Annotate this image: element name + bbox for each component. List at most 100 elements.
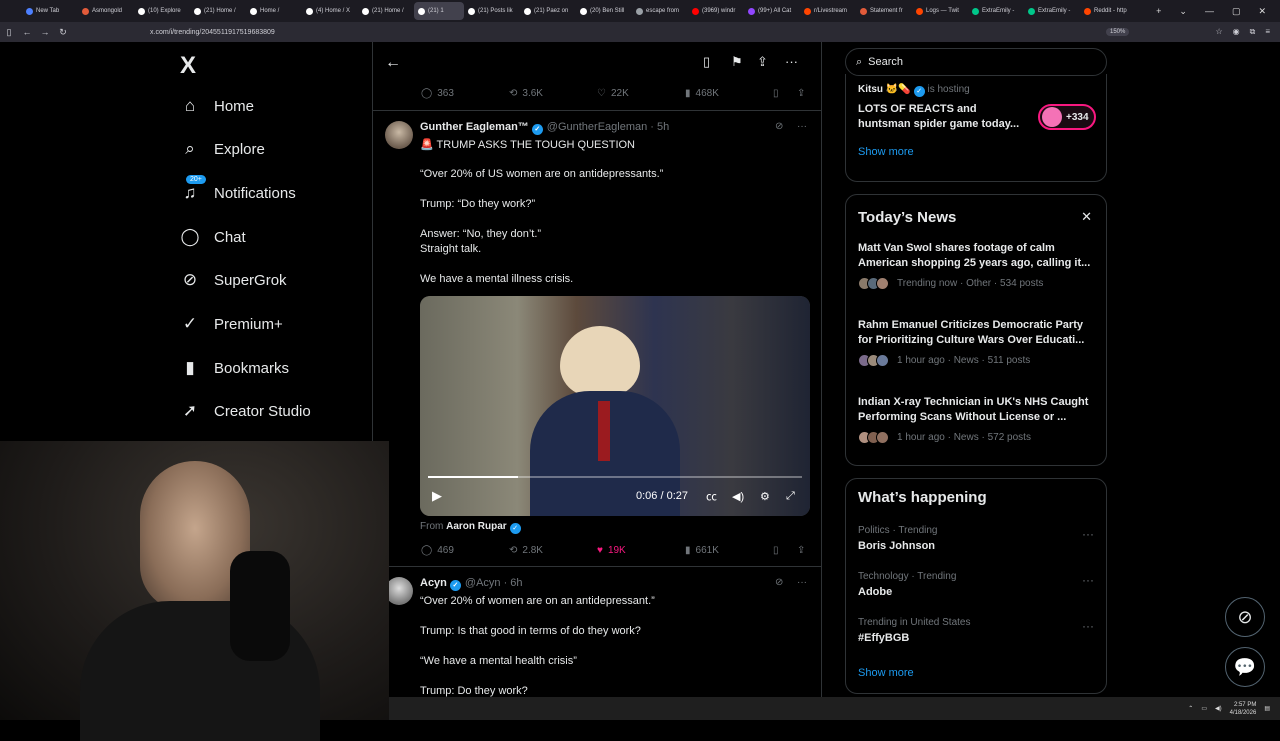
browser-tab[interactable]: (21) 1 bbox=[414, 2, 464, 20]
back-icon[interactable]: ← bbox=[18, 27, 36, 37]
like-button[interactable]: ♥ 19K bbox=[597, 545, 626, 556]
network-icon[interactable]: ▭ bbox=[1201, 705, 1207, 712]
live-host-name[interactable]: Kitsu bbox=[858, 84, 883, 95]
browser-tab[interactable]: (21) Home / bbox=[190, 2, 246, 20]
maximize-icon[interactable]: ▢ bbox=[1232, 6, 1241, 17]
zoom-level[interactable]: 150% bbox=[1106, 28, 1130, 36]
views-button[interactable]: ▮ 468K bbox=[685, 88, 719, 99]
live-listeners-pill[interactable]: +334 bbox=[1038, 104, 1096, 130]
sidebar-toggle-icon[interactable]: ▯ bbox=[0, 27, 18, 38]
nav-item-notifications[interactable]: ♫ 20+ Notifications bbox=[180, 175, 296, 203]
repost-button[interactable]: ⟲ 2.8K bbox=[509, 545, 543, 556]
grok-icon[interactable]: ⊘ bbox=[775, 121, 783, 132]
more-icon[interactable]: ··· bbox=[797, 577, 807, 588]
search-input[interactable]: ⌕ Search bbox=[845, 48, 1107, 76]
author-handle[interactable]: @GuntherEagleman · 5h bbox=[547, 121, 669, 133]
browser-tab[interactable]: Home / bbox=[246, 2, 302, 20]
play-icon[interactable]: ▶ bbox=[432, 488, 442, 504]
nav-item-explore[interactable]: ⌕ Explore bbox=[180, 139, 265, 159]
forward-icon[interactable]: → bbox=[36, 27, 54, 37]
trend-name[interactable]: Boris Johnson bbox=[858, 540, 935, 552]
volume-icon[interactable]: ◀) bbox=[732, 490, 744, 503]
more-header-icon[interactable]: ··· bbox=[785, 54, 798, 69]
browser-tab[interactable]: (3969) windr bbox=[688, 2, 744, 20]
speaker-icon[interactable]: ◀) bbox=[1215, 705, 1222, 712]
video-player[interactable]: ▶ 0:06 / 0:27 ㏄ ◀) ⚙ ⤢ bbox=[420, 296, 810, 516]
close-icon[interactable]: ✕ bbox=[1081, 209, 1092, 225]
fullscreen-icon[interactable]: ⤢ bbox=[786, 490, 795, 503]
bookmark-icon[interactable]: ▯ bbox=[773, 88, 779, 99]
clock[interactable]: 2:57 PM 4/18/2026 bbox=[1230, 701, 1257, 717]
news-headline[interactable]: Indian X-ray Technician in UK's NHS Caug… bbox=[858, 395, 1098, 425]
author-handle[interactable]: @Acyn · 6h bbox=[465, 577, 523, 589]
browser-tab[interactable]: (4) Home / X bbox=[302, 2, 358, 20]
trend-name[interactable]: #EffyBGB bbox=[858, 632, 909, 644]
share-icon[interactable]: ⇪ bbox=[797, 88, 805, 99]
flag-icon[interactable]: ⚑ bbox=[731, 54, 743, 70]
nav-item-supergrok[interactable]: ⊘ SuperGrok bbox=[180, 270, 287, 290]
bookmark-icon[interactable]: ▯ bbox=[773, 545, 779, 556]
browser-tab[interactable]: Statement fr bbox=[856, 2, 912, 20]
browser-tab[interactable]: Logs — Twit bbox=[912, 2, 968, 20]
more-icon[interactable]: ··· bbox=[1082, 573, 1094, 587]
chat-fab-icon[interactable]: 💬 bbox=[1225, 647, 1265, 687]
browser-tab[interactable]: r/Livestream bbox=[800, 2, 856, 20]
address-bar[interactable]: x.com/i/trending/2045511917519683809 bbox=[150, 29, 275, 36]
browser-tab[interactable]: (21) Home / bbox=[358, 2, 414, 20]
browser-tab[interactable]: ExtraEmily - bbox=[968, 2, 1024, 20]
views-button[interactable]: ▮ 661K bbox=[685, 545, 719, 556]
show-more-link[interactable]: Show more bbox=[858, 667, 914, 679]
share-icon[interactable]: ⇪ bbox=[797, 545, 805, 556]
bookmark-star-icon[interactable]: ☆ bbox=[1215, 27, 1222, 37]
reply-button[interactable]: ◯ 469 bbox=[421, 545, 454, 556]
live-host-line[interactable]: Kitsu 🐱💊 ✓ is hosting bbox=[858, 84, 970, 97]
menu-icon[interactable]: ≡ bbox=[1265, 27, 1270, 37]
browser-tab[interactable]: Reddit - http bbox=[1080, 2, 1136, 20]
avatar[interactable] bbox=[385, 577, 413, 605]
minimize-icon[interactable]: — bbox=[1205, 6, 1214, 16]
show-more-link[interactable]: Show more bbox=[858, 146, 914, 158]
tray-chevron-icon[interactable]: ⌃ bbox=[1188, 705, 1193, 712]
x-logo[interactable]: X bbox=[180, 52, 196, 80]
more-icon[interactable]: ··· bbox=[1082, 527, 1094, 541]
author-name[interactable]: Acyn bbox=[420, 577, 447, 589]
nav-item-chat[interactable]: ◯ Chat bbox=[180, 227, 245, 247]
grok-fab-icon[interactable]: ⊘ bbox=[1225, 597, 1265, 637]
settings-icon[interactable]: ⚙ bbox=[760, 490, 770, 503]
close-window-icon[interactable]: ✕ bbox=[1258, 6, 1266, 17]
notifications-icon[interactable]: ▤ bbox=[1264, 705, 1270, 712]
repost-button[interactable]: ⟲ 3.6K bbox=[509, 88, 543, 99]
attribution-name[interactable]: Aaron Rupar bbox=[446, 521, 507, 532]
new-tab-icon[interactable]: + bbox=[1156, 6, 1161, 16]
browser-tab[interactable]: (10) Explore bbox=[134, 2, 190, 20]
browser-tab[interactable]: (21) Paez on bbox=[520, 2, 576, 20]
author-line[interactable]: Acyn ✓ @Acyn · 6h bbox=[420, 577, 523, 591]
share-header-icon[interactable]: ⇪ bbox=[757, 54, 768, 70]
more-icon[interactable]: ··· bbox=[1082, 619, 1094, 633]
bookmark-header-icon[interactable]: ▯ bbox=[703, 54, 710, 70]
grok-icon[interactable]: ⊘ bbox=[775, 577, 783, 588]
browser-tab[interactable]: New Tab bbox=[22, 2, 78, 20]
author-line[interactable]: Gunther Eagleman™ ✓ @GuntherEagleman · 5h bbox=[420, 121, 669, 135]
captions-icon[interactable]: ㏄ bbox=[706, 488, 717, 504]
avatar[interactable] bbox=[385, 121, 413, 149]
tab-list-icon[interactable]: ⌄ bbox=[1179, 6, 1187, 17]
browser-tab[interactable]: Asmongold bbox=[78, 2, 134, 20]
nav-item-home[interactable]: ⌂ Home bbox=[180, 96, 254, 116]
nav-item-premium-[interactable]: ✓ Premium+ bbox=[180, 314, 283, 334]
live-title[interactable]: LOTS OF REACTS and huntsman spider game … bbox=[858, 102, 1019, 132]
author-name[interactable]: Gunther Eagleman™ bbox=[420, 121, 529, 133]
nav-item-creator-studio[interactable]: ➚ Creator Studio bbox=[180, 401, 311, 421]
trend-name[interactable]: Adobe bbox=[858, 586, 892, 598]
extensions-icon[interactable]: ⧉ bbox=[1250, 27, 1256, 37]
news-headline[interactable]: Matt Van Swol shares footage of calm Amer… bbox=[858, 241, 1098, 271]
back-arrow-icon[interactable]: ← bbox=[385, 54, 401, 72]
account-icon[interactable]: ◉ bbox=[1233, 27, 1240, 37]
browser-tab[interactable]: (20) Ben Still bbox=[576, 2, 632, 20]
browser-tab[interactable]: ExtraEmily - bbox=[1024, 2, 1080, 20]
like-button[interactable]: ♡ 22K bbox=[597, 88, 629, 99]
news-headline[interactable]: Rahm Emanuel Criticizes Democratic Party… bbox=[858, 318, 1098, 348]
more-icon[interactable]: ··· bbox=[797, 121, 807, 132]
browser-tab[interactable]: (99+) All Cat bbox=[744, 2, 800, 20]
browser-tab[interactable]: escape from bbox=[632, 2, 688, 20]
